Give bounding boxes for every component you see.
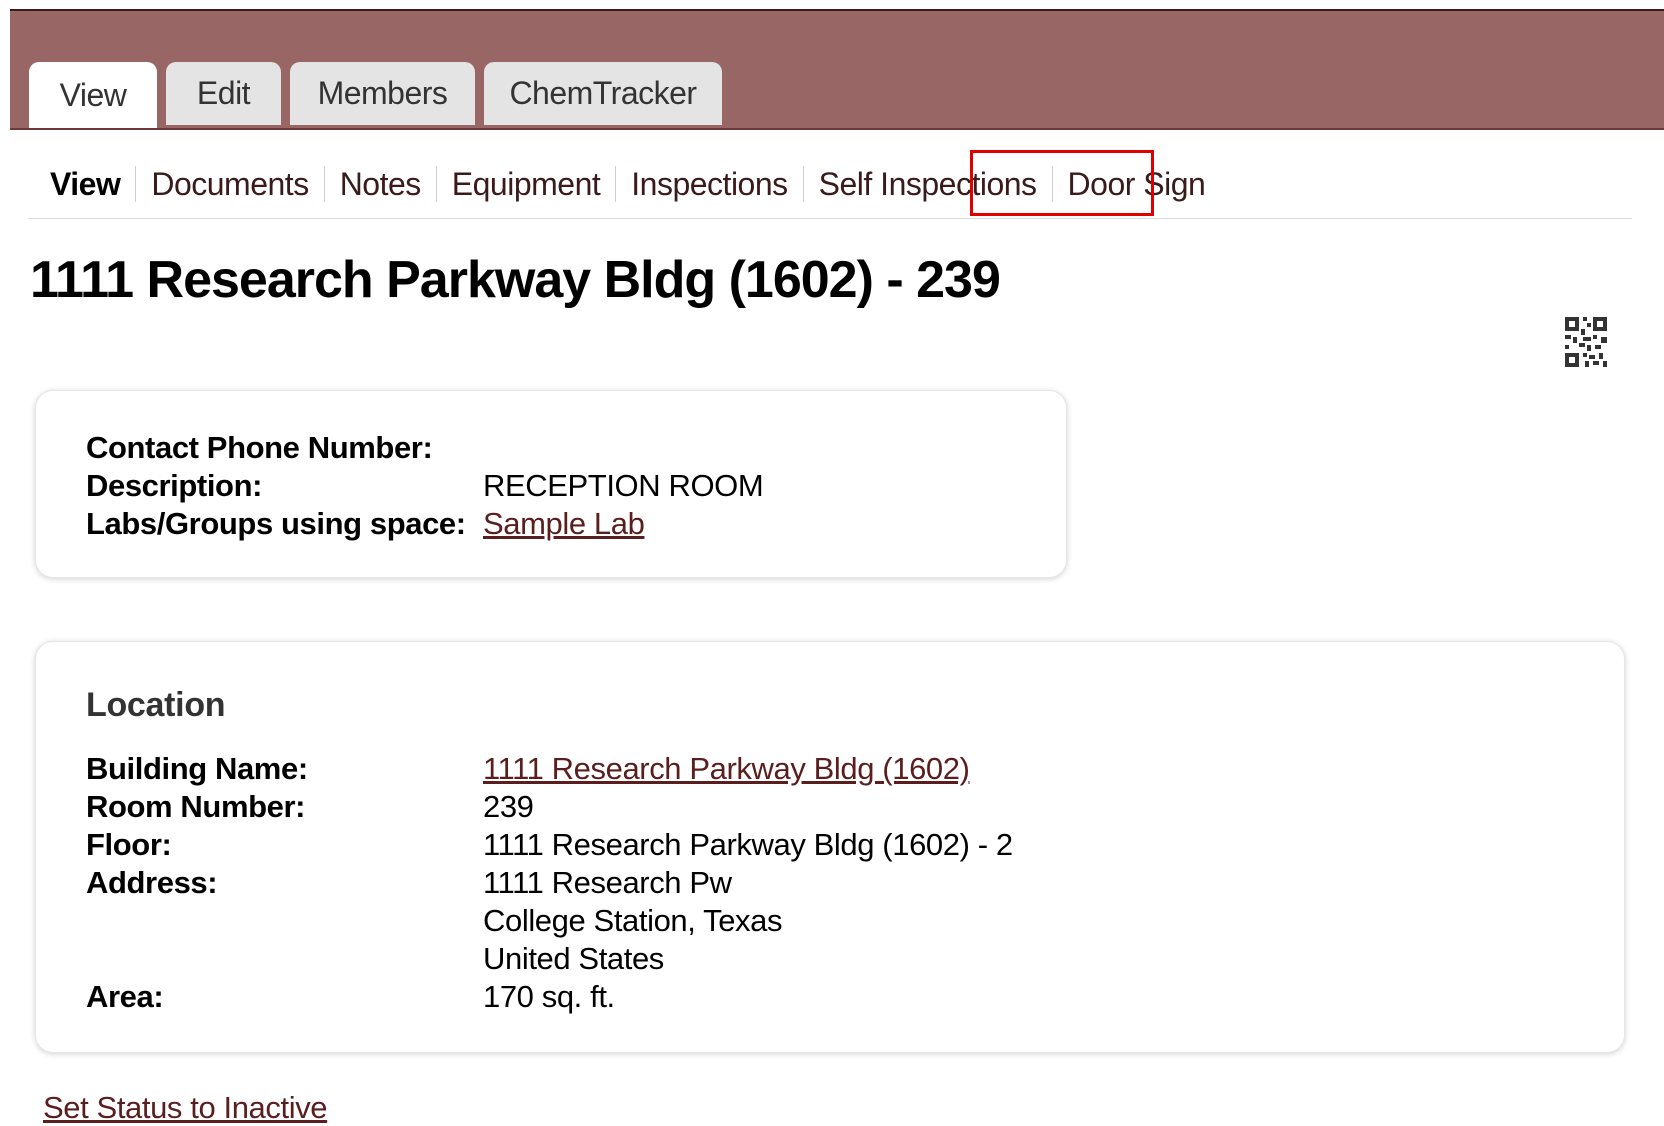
room-label: Room Number: [86,789,306,824]
area-label: Area: [86,979,164,1014]
info-card: Contact Phone Number: Description: RECEP… [35,390,1067,578]
tab-view[interactable]: View [29,62,157,128]
address-line3: United States [483,941,664,976]
location-heading: Location [86,686,226,724]
subnav-equipment[interactable]: Equipment [435,166,615,202]
location-card: Location Building Name: 1111 Research Pa… [35,641,1625,1053]
contact-phone-row: Contact Phone Number: [86,429,1046,467]
floor-value: 1111 Research Parkway Bldg (1602) - 2 [483,827,1013,862]
contact-phone-label: Contact Phone Number: [86,430,433,465]
description-value: RECEPTION ROOM [483,468,764,503]
set-inactive-link[interactable]: Set Status to Inactive [43,1090,328,1126]
floor-row: Floor: 1111 Research Parkway Bldg (1602)… [86,826,1586,864]
labs-label: Labs/Groups using space: [86,506,466,541]
description-row: Description: RECEPTION ROOM [86,467,1046,505]
building-row: Building Name: 1111 Research Parkway Bld… [86,750,1586,788]
main-tabs: View Edit Members ChemTracker [29,62,722,128]
address-line2: College Station, Texas [483,903,783,938]
area-row: Area: 170 sq. ft. [86,978,1586,1016]
tab-edit[interactable]: Edit [166,62,281,125]
address-row: Address: 1111 Research Pw [86,864,1586,902]
subnav-inspections[interactable]: Inspections [615,166,802,202]
tab-chemtracker[interactable]: ChemTracker [484,62,722,125]
subnav-view[interactable]: View [28,166,135,202]
building-label: Building Name: [86,751,308,786]
description-label: Description: [86,468,263,503]
door-sign-highlight [970,150,1154,216]
building-link[interactable]: 1111 Research Parkway Bldg (1602) [483,750,970,788]
floor-label: Floor: [86,827,172,862]
area-value: 170 sq. ft. [483,979,615,1014]
labs-row: Labs/Groups using space: Sample Lab [86,505,1046,543]
address-label: Address: [86,865,218,900]
page-title: 1111 Research Parkway Bldg (1602) - 239 [30,251,1001,309]
address-line3-row: United States [86,940,1586,978]
subnav-notes[interactable]: Notes [323,166,436,202]
qr-code-icon[interactable] [1563,315,1609,369]
tab-members[interactable]: Members [290,62,475,125]
address-line2-row: College Station, Texas [86,902,1586,940]
sample-lab-link[interactable]: Sample Lab [483,505,645,543]
subnav-documents[interactable]: Documents [135,166,323,202]
room-row: Room Number: 239 [86,788,1586,826]
address-line1: 1111 Research Pw [483,865,732,900]
room-value: 239 [483,789,534,824]
sub-navigation: View Documents Notes Equipment Inspectio… [28,150,1632,219]
